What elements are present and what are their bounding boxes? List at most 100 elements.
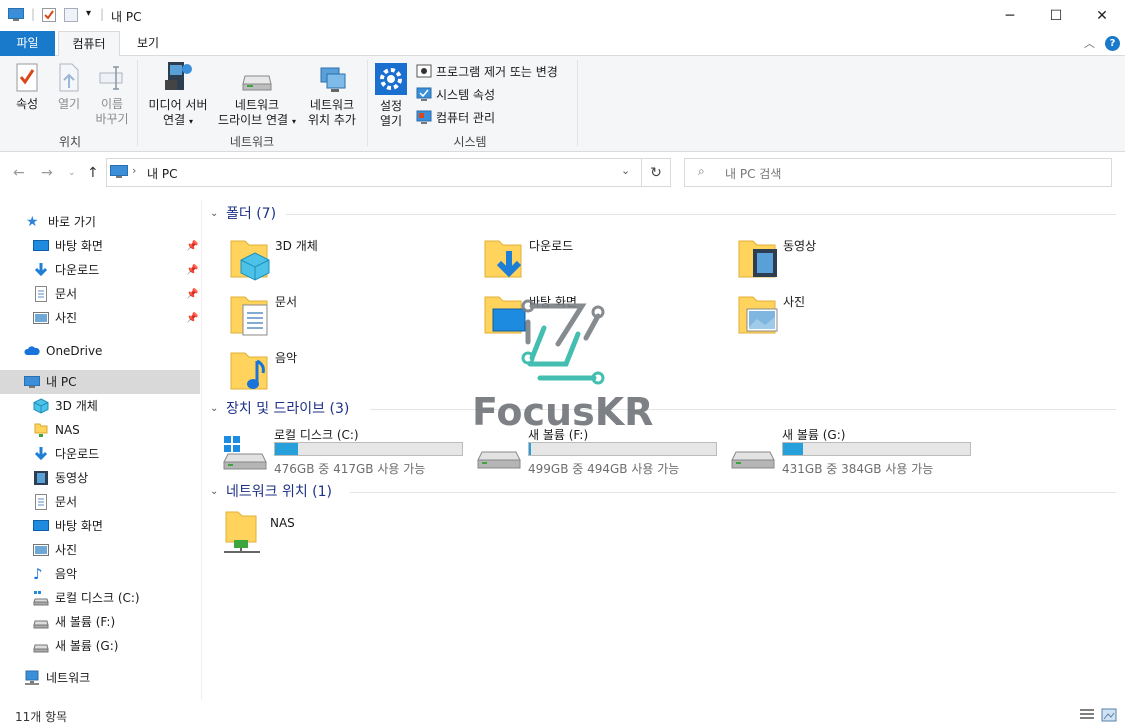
forward-arrow-icon[interactable]: → [41, 165, 53, 181]
folder-downloads[interactable]: 다운로드 [481, 235, 731, 289]
network-location-nas[interactable]: NAS [222, 508, 472, 562]
nav-onedrive[interactable]: OneDrive [24, 339, 102, 363]
folder-name: 다운로드 [529, 239, 574, 253]
nav-item-downloads[interactable]: 다운로드 [33, 258, 99, 282]
maximize-button[interactable]: ☐ [1033, 0, 1079, 31]
nav-item-downloads-pc[interactable]: 다운로드 [33, 442, 99, 466]
open-icon [56, 63, 82, 93]
tab-view[interactable]: 보기 [126, 31, 170, 56]
nav-item-volume-g[interactable]: 새 볼륨 (G:) [33, 634, 118, 658]
properties-check-icon[interactable] [42, 8, 58, 22]
tab-computer[interactable]: 컴퓨터 [58, 31, 120, 57]
breadcrumb-chevron-icon[interactable]: › [132, 164, 136, 177]
drive-usage-bar [782, 442, 971, 456]
add-network-location-button[interactable]: 네트워크 위치 추가 [303, 66, 361, 128]
nav-item-music[interactable]: ♪ 음악 [33, 562, 77, 586]
pin-icon[interactable]: 📌 [186, 313, 198, 324]
folder-music[interactable]: 음악 [227, 347, 477, 401]
nav-item-documents-pc[interactable]: 문서 [33, 490, 77, 514]
map-drive-label-2-text: 드라이브 연결 [218, 113, 289, 127]
ribbon-tabs: 파일 컴퓨터 보기 ︿ ? [0, 31, 1125, 57]
tab-file[interactable]: 파일 [0, 31, 55, 56]
nav-item-pictures-pc[interactable]: 사진 [33, 538, 77, 562]
pin-icon[interactable]: 📌 [186, 241, 198, 252]
pin-icon[interactable]: 📌 [186, 289, 198, 300]
drive-icon [730, 434, 776, 470]
media-server-label-2-text: 연결 [163, 113, 186, 127]
dropdown-arrow-icon: ▾ [291, 117, 296, 126]
picture-icon [33, 542, 49, 558]
drive-local-c[interactable]: 로컬 디스크 (C:) 476GB 중 417GB 사용 가능 [222, 426, 472, 478]
properties-button[interactable]: 속성 [6, 63, 48, 112]
folder-3d-objects[interactable]: 3D 개체 [227, 235, 477, 289]
open-settings-button[interactable]: 설정 열기 [372, 63, 410, 129]
open-label: 열기 [57, 97, 81, 111]
nav-item-pictures[interactable]: 사진 [33, 306, 77, 330]
rename-button[interactable]: 이름 바꾸기 [92, 63, 132, 127]
pin-icon[interactable]: 📌 [186, 265, 198, 276]
nav-item-label: 새 볼륨 (G:) [55, 639, 119, 653]
ribbon-separator [367, 60, 368, 146]
nav-item-documents[interactable]: 문서 [33, 282, 77, 306]
section-divider [286, 214, 1116, 215]
breadcrumb-this-pc[interactable]: 내 PC [147, 165, 177, 182]
collapse-ribbon-icon[interactable]: ︿ [1084, 35, 1095, 51]
nav-item-volume-f[interactable]: 새 볼륨 (F:) [33, 610, 115, 634]
drives-section-header[interactable]: ⌄ 장치 및 드라이브 (3) [210, 398, 349, 418]
computer-icon[interactable] [8, 8, 24, 22]
address-bar[interactable]: › 내 PC ⌄ [106, 158, 642, 187]
local-disk-icon [222, 434, 268, 470]
minimize-button[interactable]: ─ [987, 0, 1033, 31]
watermark-text: FocusKR [472, 390, 654, 434]
nav-item-3d-objects[interactable]: 3D 개체 [33, 394, 98, 418]
uninstall-program-button[interactable]: 프로그램 제거 또는 변경 [416, 61, 558, 81]
nav-item-desktop[interactable]: 바탕 화면 [33, 234, 103, 258]
video-icon [33, 470, 49, 486]
media-server-button[interactable]: 미디어 서버 연결 ▾ [143, 60, 213, 129]
nav-this-pc[interactable]: 내 PC [24, 370, 76, 394]
folder-documents[interactable]: 문서 [227, 291, 477, 345]
nav-item-local-disk-c[interactable]: 로컬 디스크 (C:) [33, 586, 140, 610]
address-dropdown-icon[interactable]: ⌄ [621, 164, 630, 177]
folders-section-header[interactable]: ⌄ 폴더 (7) [210, 203, 276, 223]
recent-locations-chevron-icon[interactable]: ⌄ [68, 168, 76, 178]
music-folder-icon [227, 347, 275, 395]
open-button[interactable]: 열기 [50, 63, 88, 112]
large-icons-view-icon[interactable] [1101, 708, 1117, 725]
computer-management-button[interactable]: 컴퓨터 관리 [416, 107, 495, 127]
nav-item-desktop-pc[interactable]: 바탕 화면 [33, 514, 103, 538]
folder-videos[interactable]: 동영상 [735, 235, 985, 289]
search-input[interactable]: ⌕ 내 PC 검색 [684, 158, 1112, 187]
customize-quick-access-icon[interactable]: ▾ [86, 8, 91, 19]
folder-pictures[interactable]: 사진 [735, 291, 985, 345]
videos-folder-icon [735, 235, 783, 283]
up-arrow-icon[interactable]: ↑ [87, 165, 99, 181]
map-network-drive-button[interactable]: 네트워크 드라이브 연결 ▾ [214, 70, 300, 129]
map-drive-label-2: 드라이브 연결 ▾ [214, 113, 300, 129]
drives-header-label: 장치 및 드라이브 (3) [226, 401, 350, 417]
network-location-icon [317, 66, 347, 94]
group-label-location: 위치 [58, 135, 82, 149]
folder-name: 음악 [275, 351, 298, 365]
network-locations-section-header[interactable]: ⌄ 네트워크 위치 (1) [210, 481, 332, 501]
close-button[interactable]: ✕ [1079, 0, 1125, 31]
navigation-pane: ★ 바로 가기 바탕 화면 📌 다운로드 📌 문서 📌 사진 📌 OneDriv… [0, 200, 202, 700]
drive-volume-g[interactable]: 새 볼륨 (G:) 431GB 중 384GB 사용 가능 [730, 426, 980, 478]
new-folder-icon[interactable] [64, 8, 80, 22]
system-properties-button[interactable]: 시스템 속성 [416, 84, 495, 104]
settings-label-1: 설정 [379, 99, 403, 113]
network-icon [24, 670, 40, 686]
nav-item-videos[interactable]: 동영상 [33, 466, 88, 490]
nav-item-nas[interactable]: NAS [33, 418, 80, 442]
chevron-down-icon: ⌄ [210, 207, 219, 219]
details-view-icon[interactable] [1079, 708, 1095, 725]
help-icon[interactable]: ? [1105, 36, 1120, 51]
nav-network[interactable]: 네트워크 [24, 666, 90, 690]
nav-quick-access[interactable]: ★ 바로 가기 [26, 210, 96, 234]
back-arrow-icon[interactable]: ← [13, 165, 25, 181]
refresh-button[interactable]: ↻ [642, 158, 671, 187]
nav-onedrive-label: OneDrive [46, 344, 103, 358]
uninstall-label: 프로그램 제거 또는 변경 [436, 64, 558, 79]
3d-objects-icon [33, 398, 49, 414]
title-bar: | ▾ | 내 PC ─ ☐ ✕ [0, 0, 1125, 31]
